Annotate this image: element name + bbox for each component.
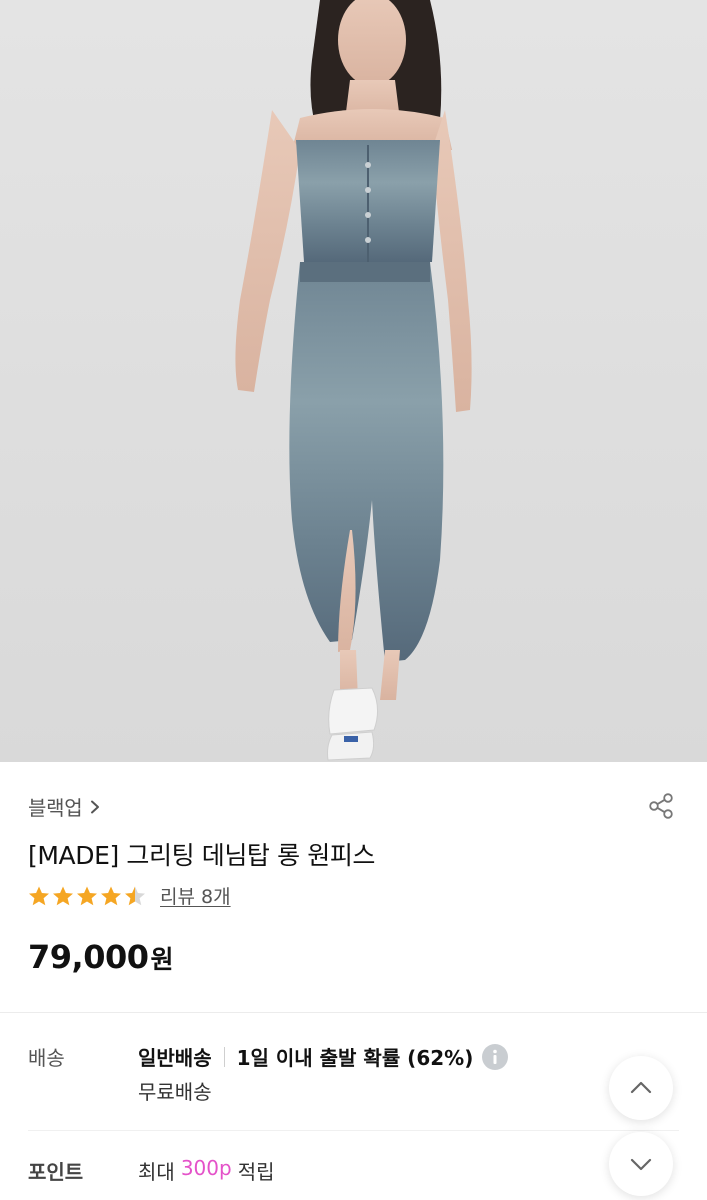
brand-link[interactable]: 블랙업 [28,792,102,821]
product-image[interactable] [0,0,707,762]
delivery-type: 일반배송 [138,1046,212,1070]
chevron-down-icon [630,1158,652,1171]
star-rating [28,885,146,907]
scroll-up-button[interactable] [609,1056,673,1120]
product-photo-illustration [235,0,472,761]
chevron-up-icon [630,1081,652,1094]
star-icon [29,886,49,905]
review-count-link[interactable]: 리뷰 8개 [160,882,231,909]
product-title: [MADE] 그리팅 데님탑 롱 원피스 [28,841,376,870]
share-icon[interactable] [647,792,675,820]
separator [223,1046,225,1067]
rating-row: 리뷰 8개 [28,882,231,909]
scroll-down-button[interactable] [609,1132,673,1196]
brand-name: 블랙업 [28,796,83,820]
point-label: 포인트 [28,1160,84,1184]
chevron-right-icon [91,800,100,813]
point-info: 최대 300p 적립 [138,1156,275,1185]
star-icon [77,886,97,905]
dispatch-probability: 1일 이내 출발 확률 (62%) [236,1046,474,1070]
price-unit: 원 [150,945,174,974]
point-suffix: 적립 [237,1160,275,1184]
delivery-info: 일반배송 1일 이내 출발 확률 (62%) [138,1042,509,1071]
point-prefix: 최대 [138,1160,175,1184]
delivery-fee: 무료배송 [138,1080,212,1104]
price: 79,000 원 [28,938,174,976]
point-amount: 300p [180,1156,232,1180]
star-icon [101,886,121,905]
delivery-label: 배송 [28,1046,65,1070]
row-divider [28,1130,679,1131]
info-icon[interactable] [481,1043,509,1071]
price-amount: 79,000 [28,938,149,976]
star-icon [53,886,73,905]
section-divider [0,1012,707,1013]
star-icon [125,886,145,905]
